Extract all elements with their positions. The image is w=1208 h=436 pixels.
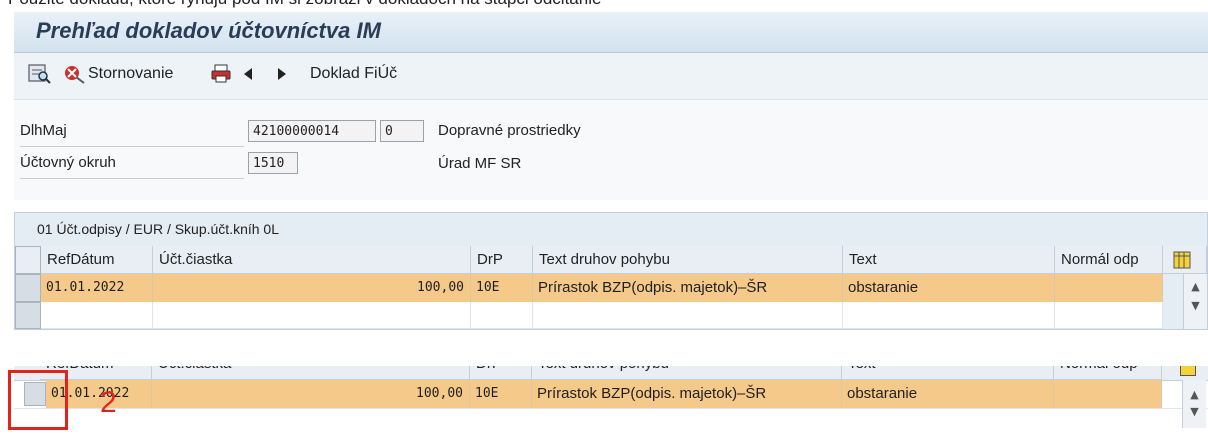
col-text[interactable]: Text bbox=[843, 246, 1055, 274]
scroll-down-icon[interactable]: ▼ bbox=[1184, 299, 1207, 312]
zoom-col-normal: Normál odp bbox=[1054, 366, 1162, 380]
zoom-cell-drp: 10E bbox=[470, 380, 532, 408]
zoom-header: RefDátum Účt.čiastka DrP Text druhov poh… bbox=[14, 366, 1208, 381]
table-scrollbar[interactable]: ▲ ▼ bbox=[1183, 274, 1207, 329]
postings-panel: 01 Účt.odpisy / EUR / Skup.účt.kníh 0L R… bbox=[14, 212, 1208, 330]
zoom-col-text: Text bbox=[842, 366, 1054, 380]
zoom-empty-row bbox=[14, 408, 1208, 429]
empty-cell bbox=[533, 302, 843, 329]
reverse-button[interactable]: Stornovanie bbox=[88, 65, 173, 83]
display-doc-icon[interactable] bbox=[28, 63, 52, 90]
prev-arrow-icon[interactable] bbox=[242, 66, 254, 87]
zoom-scrollbar: ▲ ▼ bbox=[1182, 380, 1206, 428]
cell-text: obstaranie bbox=[843, 274, 1055, 302]
reverse-icon[interactable] bbox=[62, 63, 86, 90]
cell-drp: 10E bbox=[471, 274, 533, 302]
zoom-cell-text: obstaranie bbox=[842, 380, 1054, 408]
company-label-underline bbox=[20, 178, 244, 179]
empty-cell bbox=[1055, 302, 1163, 329]
zoom-col-drp: DrP bbox=[470, 366, 532, 380]
row-selector[interactable] bbox=[15, 274, 41, 302]
column-settings-icon[interactable] bbox=[1163, 246, 1207, 274]
toolbar: Stornovanie Doklad FiÚč bbox=[14, 53, 1208, 100]
annotation-highlight-box bbox=[8, 370, 68, 430]
print-icon[interactable] bbox=[210, 63, 234, 90]
asset-sub-field[interactable]: 0 bbox=[380, 120, 424, 142]
header-form: DlhMaj 42100000014 0 Dopravné prostriedk… bbox=[14, 100, 1208, 200]
cell-amount: 100,00 bbox=[153, 274, 471, 302]
scroll-up-icon[interactable]: ▲ bbox=[1184, 280, 1207, 293]
empty-cell bbox=[41, 302, 153, 329]
row-selector-empty[interactable] bbox=[15, 302, 41, 329]
select-all-cell[interactable] bbox=[15, 246, 41, 274]
col-drp[interactable]: DrP bbox=[471, 246, 533, 274]
zoom-cell-normal bbox=[1054, 380, 1162, 408]
empty-cell bbox=[471, 302, 533, 329]
zoom-scroll-up-icon: ▲ bbox=[1190, 388, 1199, 401]
cell-normal bbox=[1055, 274, 1163, 302]
doc-fi-button[interactable]: Doklad FiÚč bbox=[310, 65, 397, 83]
asset-description: Dopravné prostriedky bbox=[438, 122, 581, 139]
next-arrow-icon[interactable] bbox=[276, 66, 288, 87]
col-move-text[interactable]: Text druhov pohybu bbox=[533, 246, 843, 274]
asset-label-underline bbox=[20, 146, 244, 147]
col-normal[interactable]: Normál odp bbox=[1055, 246, 1163, 274]
company-code-label: Účtovný okruh bbox=[20, 154, 116, 171]
asset-label: DlhMaj bbox=[20, 122, 67, 139]
table-row-empty bbox=[15, 302, 1207, 329]
zoom-cell-move-text: Prírastok BZP(odpis. majetok)–ŠR bbox=[532, 380, 842, 408]
col-amount[interactable]: Účt.čiastka bbox=[153, 246, 471, 274]
zoom-cell-amount: 100,00 bbox=[152, 380, 470, 408]
zoom-col-move-text: Text druhov pohybu bbox=[532, 366, 842, 380]
cell-move-text: Prírastok BZP(odpis. majetok)–ŠR bbox=[533, 274, 843, 302]
zoom-col-amount: Účt.čiastka bbox=[152, 366, 470, 380]
annotation-number: 2 bbox=[100, 386, 117, 419]
empty-cell bbox=[153, 302, 471, 329]
page-title: Prehľad dokladov účtovníctva IM bbox=[36, 18, 381, 43]
zoom-row[interactable]: 01.01.2022 100,00 10E Prírastok BZP(odpi… bbox=[14, 380, 1208, 408]
zoom-view: RefDátum Účt.čiastka DrP Text druhov poh… bbox=[14, 366, 1208, 436]
title-bar: Prehľad dokladov účtovníctva IM bbox=[14, 12, 1208, 53]
col-refdatum[interactable]: RefDátum bbox=[41, 246, 153, 274]
panel-caption: 01 Účt.odpisy / EUR / Skup.účt.kníh 0L bbox=[37, 221, 280, 237]
table-row[interactable]: 01.01.2022 100,00 10E Prírastok BZP(odpi… bbox=[15, 274, 1207, 302]
zoom-scroll-down-icon: ▼ bbox=[1190, 405, 1199, 418]
asset-number-field[interactable]: 42100000014 bbox=[248, 120, 376, 142]
empty-cell bbox=[843, 302, 1055, 329]
zoom-column-settings-icon bbox=[1180, 366, 1196, 376]
table-header: RefDátum Účt.čiastka DrP Text druhov poh… bbox=[15, 246, 1207, 274]
company-description: Úrad MF SR bbox=[438, 155, 522, 172]
cell-refdatum: 01.01.2022 bbox=[41, 274, 153, 302]
header-cut-text: Pouzite dokladu, ktore ryhuju pod IM si … bbox=[0, 0, 1208, 12]
company-code-field[interactable]: 1510 bbox=[248, 152, 298, 174]
